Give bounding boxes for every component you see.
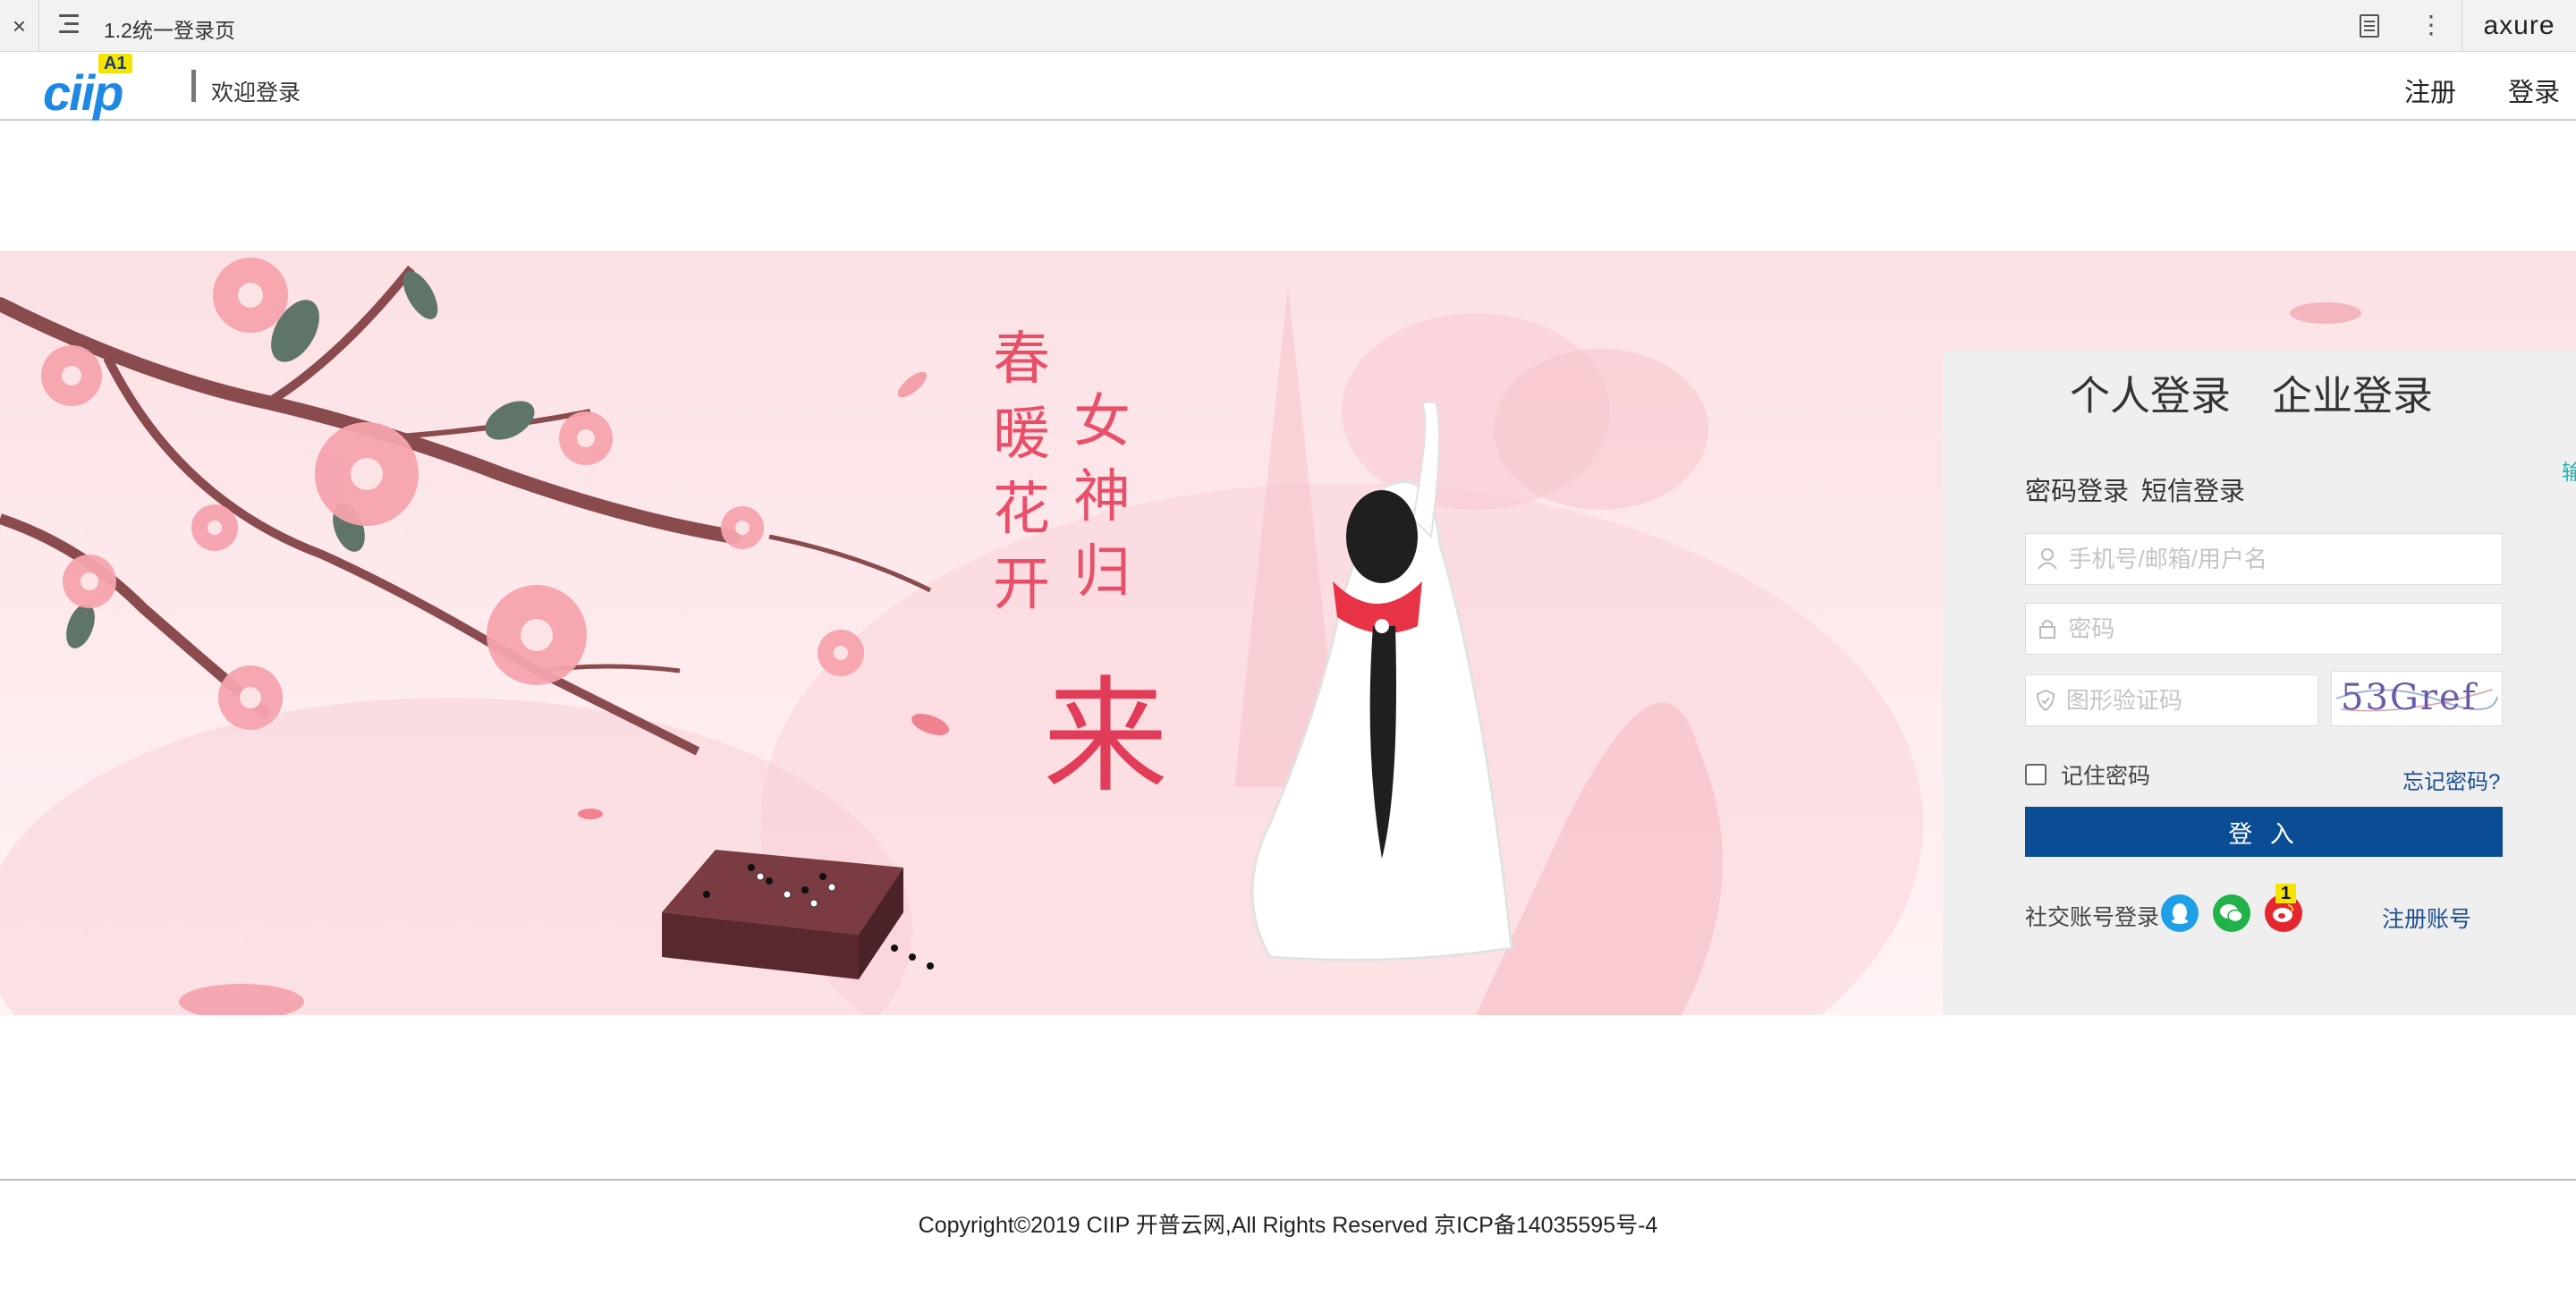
logo-text: ciip xyxy=(43,64,123,121)
password-input[interactable] xyxy=(2068,614,2502,643)
tab-sms-login[interactable]: 短信登录 xyxy=(2141,478,2245,506)
notes-icon[interactable] xyxy=(2360,14,2379,38)
close-button[interactable]: × xyxy=(0,0,39,52)
poem-right-big: 来 xyxy=(1043,665,1169,810)
remember-password[interactable]: 记住密码 xyxy=(2025,758,2150,791)
login-submit-button[interactable]: 登 入 xyxy=(2025,807,2503,857)
welcome-text: 欢迎登录 xyxy=(211,80,301,106)
page-title: 1.2统一登录页 xyxy=(104,19,235,42)
user-icon xyxy=(2026,534,2068,584)
login-type-tabs: 个人登录 企业登录 xyxy=(2070,363,2474,421)
axure-toolbar: × 1.2统一登录页 ⋮ axure xyxy=(0,0,2576,52)
poem-left: 春暖花开 xyxy=(993,326,1050,618)
username-field[interactable] xyxy=(2025,533,2503,585)
tab-password-login[interactable]: 密码登录 xyxy=(2025,478,2129,506)
captcha-input[interactable] xyxy=(2065,686,2318,715)
site-header: ciip A1 欢迎登录 注册 登录 xyxy=(0,52,2576,121)
notification-badge: 1 xyxy=(2275,884,2297,903)
social-login-label: 社交账号登录 xyxy=(2025,905,2160,930)
poem-right-top: 女神归 xyxy=(1073,389,1131,606)
hamburger-menu-icon[interactable] xyxy=(59,14,84,38)
lock-icon xyxy=(2026,604,2068,654)
more-options-icon[interactable]: ⋮ xyxy=(2419,9,2444,41)
logo-badge: A1 xyxy=(98,54,132,73)
captcha-field[interactable] xyxy=(2025,674,2318,726)
signup-link[interactable]: 注册账号 xyxy=(2382,902,2471,934)
captcha-image[interactable]: 53Gref xyxy=(2331,671,2503,726)
axure-logo[interactable]: axure xyxy=(2462,0,2576,52)
register-link[interactable]: 注册 xyxy=(2404,72,2456,109)
copyright-text: Copyright©2019 CIIP 开普云网,All Rights Rese… xyxy=(918,1213,1658,1238)
tab-enterprise-login[interactable]: 企业登录 xyxy=(2272,373,2433,419)
login-panel: 个人登录企业登录 密码登录短信登录 输 53Gref 记住密码 忘记密码? 登 … xyxy=(1943,351,2576,1015)
shield-check-icon xyxy=(2026,675,2066,725)
tab-personal-login[interactable]: 个人登录 xyxy=(2070,373,2231,419)
wechat-icon[interactable] xyxy=(2213,894,2250,932)
login-link[interactable]: 登录 xyxy=(2508,72,2560,109)
qq-icon[interactable] xyxy=(2161,894,2199,932)
ciip-logo[interactable]: ciip A1 xyxy=(43,54,150,120)
remember-checkbox[interactable] xyxy=(2025,764,2046,785)
username-input[interactable] xyxy=(2068,545,2502,573)
password-field[interactable] xyxy=(2025,603,2503,655)
login-method-tabs: 密码登录 短信登录 xyxy=(2025,470,2258,508)
header-divider xyxy=(191,70,196,102)
remember-label: 记住密码 xyxy=(2061,764,2151,789)
forgot-password-link[interactable]: 忘记密码? xyxy=(2402,764,2500,795)
side-hint-text: 输 xyxy=(2562,461,2576,485)
captcha-text: 53Gref xyxy=(2341,677,2478,718)
footer-divider xyxy=(0,1179,2576,1181)
